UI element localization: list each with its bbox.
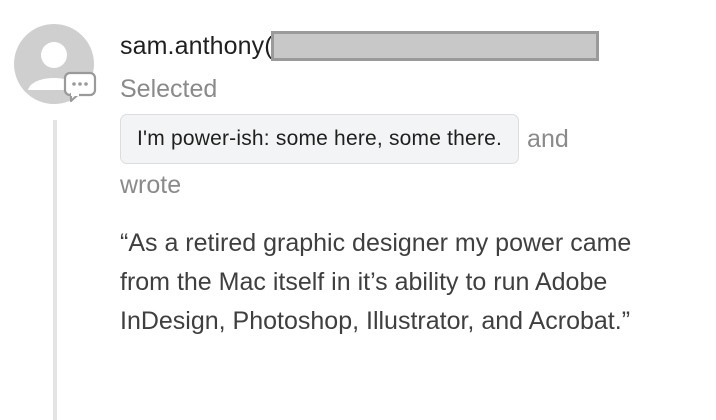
- choice-pill: I'm power-ish: some here, some there.: [120, 114, 520, 164]
- wrote-label: wrote: [120, 171, 182, 199]
- thread-line: [53, 120, 57, 420]
- choice-row: I'm power-ish: some here, some there. an…: [120, 114, 700, 164]
- username[interactable]: sam.anthony(: [120, 32, 273, 61]
- comment-body: sam.anthony( Selected I'm power-ish: som…: [120, 26, 700, 341]
- and-label: and: [527, 124, 569, 153]
- comment-header: sam.anthony(: [120, 26, 700, 66]
- redacted-block: [270, 31, 599, 61]
- speech-bubble-icon: [62, 70, 98, 104]
- comment-quote: “As a retired graphic designer my power …: [120, 229, 632, 335]
- selected-label: Selected: [120, 75, 218, 103]
